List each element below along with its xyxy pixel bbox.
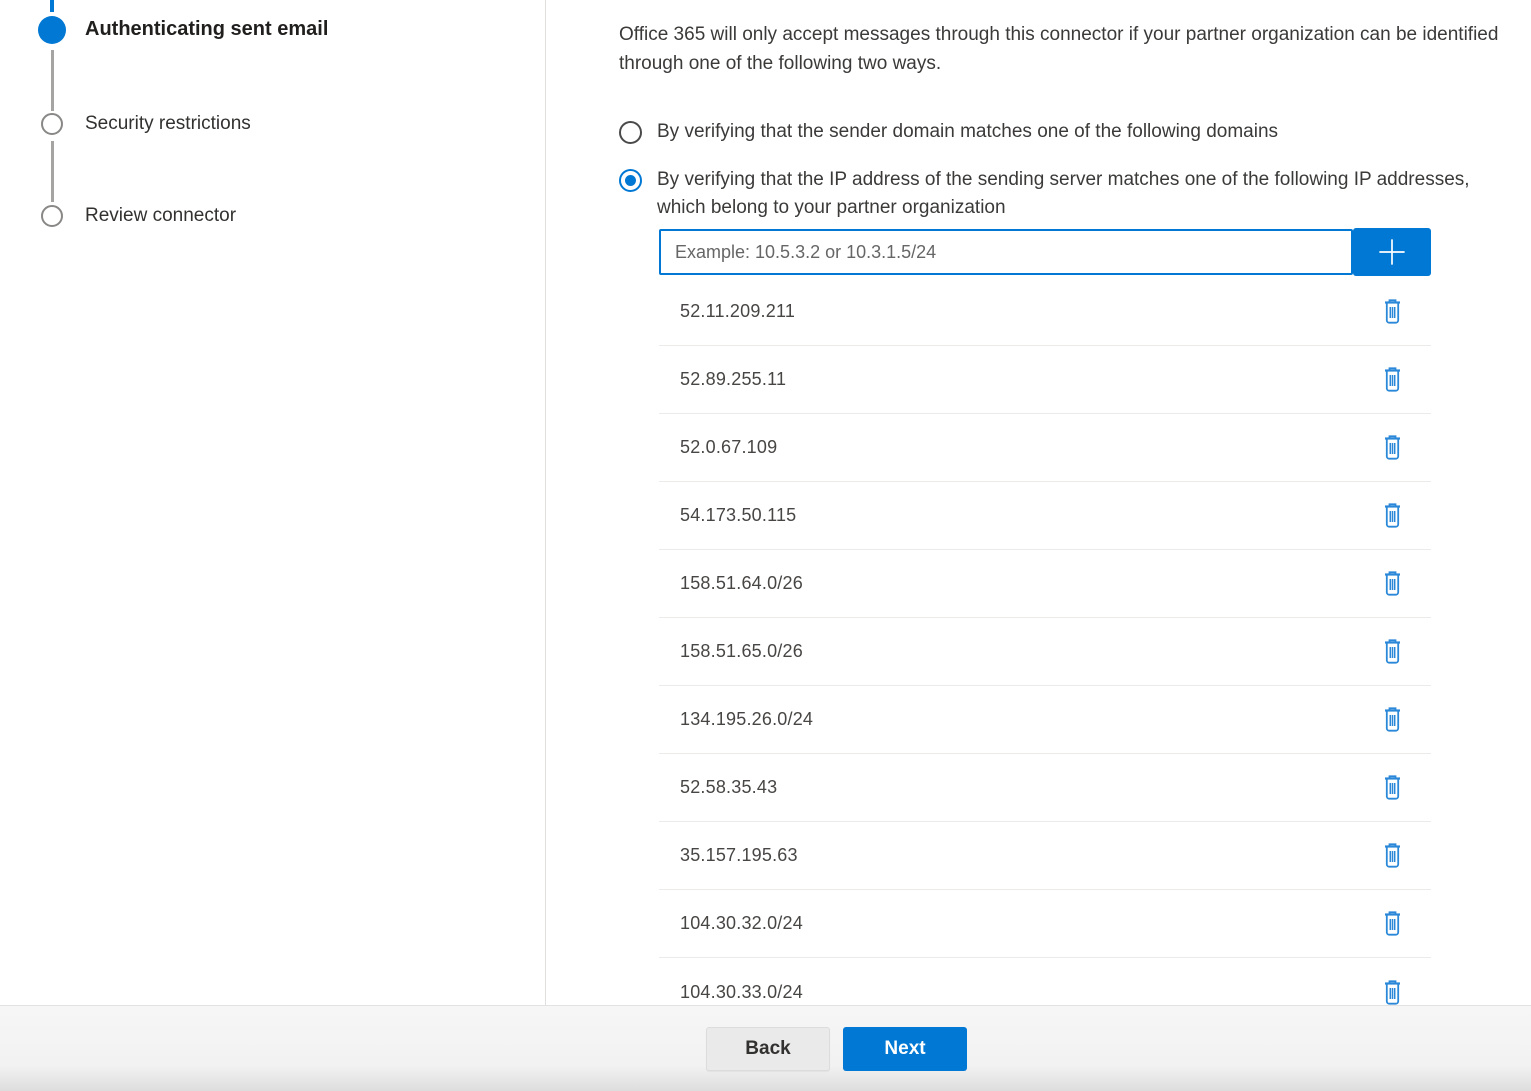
step-connector [51,50,54,111]
trash-icon [1382,775,1403,800]
delete-ip-button[interactable] [1380,978,1405,1006]
trash-icon [1382,571,1403,596]
ip-address-value: 52.89.255.11 [680,369,786,390]
ip-list-item: 158.51.65.0/26 [659,618,1431,686]
trash-icon [1382,911,1403,936]
ip-address-value: 158.51.65.0/26 [680,641,803,662]
delete-ip-button[interactable] [1380,569,1405,598]
ip-address-value: 52.58.35.43 [680,777,777,798]
ip-address-value: 52.0.67.109 [680,437,777,458]
ip-address-section: 52.11.209.211 52.89.255.11 52.0.67.109 5… [659,229,1431,1005]
trash-icon [1382,639,1403,664]
trash-icon [1382,299,1403,324]
ip-address-value: 158.51.64.0/26 [680,573,803,594]
radio-selected-icon[interactable] [619,169,642,192]
wizard-body: Authenticating sent email Security restr… [0,0,1531,1005]
delete-ip-button[interactable] [1380,773,1405,802]
ip-list-item: 52.58.35.43 [659,754,1431,822]
connector-wizard-page: Authenticating sent email Security restr… [0,0,1531,1091]
trash-icon [1382,707,1403,732]
step-label-security[interactable]: Security restrictions [85,113,251,135]
delete-ip-button[interactable] [1380,637,1405,666]
ip-list-item: 54.173.50.115 [659,482,1431,550]
wizard-footer: Back Next [0,1005,1531,1091]
ip-list-item: 52.89.255.11 [659,346,1431,414]
delete-ip-button[interactable] [1380,841,1405,870]
back-button[interactable]: Back [706,1027,830,1071]
step-dot-current[interactable] [38,16,66,44]
delete-ip-button[interactable] [1380,705,1405,734]
ip-input-row [659,229,1431,276]
step-connector-previous [50,0,54,12]
ip-list-item: 52.0.67.109 [659,414,1431,482]
delete-ip-button[interactable] [1380,433,1405,462]
ip-list-item: 52.11.209.211 [659,278,1431,346]
step-content: Office 365 will only accept messages thr… [546,0,1531,1005]
ip-list-item: 35.157.195.63 [659,822,1431,890]
ip-address-value: 104.30.32.0/24 [680,913,803,934]
next-button[interactable]: Next [843,1027,967,1071]
option-verify-domain[interactable]: By verifying that the sender domain matc… [619,118,1531,146]
delete-ip-button[interactable] [1380,297,1405,326]
step-connector [51,141,54,202]
trash-icon [1382,367,1403,392]
ip-list-item: 104.30.32.0/24 [659,890,1431,958]
plus-icon [1375,235,1409,269]
option-label: By verifying that the sender domain matc… [657,118,1278,146]
delete-ip-button[interactable] [1380,501,1405,530]
wizard-steps-panel: Authenticating sent email Security restr… [0,0,546,1005]
ip-address-value: 54.173.50.115 [680,505,796,526]
trash-icon [1382,843,1403,868]
delete-ip-button[interactable] [1380,365,1405,394]
ip-list-item: 134.195.26.0/24 [659,686,1431,754]
trash-icon [1382,980,1403,1005]
ip-address-value: 104.30.33.0/24 [680,982,803,1003]
ip-address-value: 134.195.26.0/24 [680,709,813,730]
trash-icon [1382,503,1403,528]
delete-ip-button[interactable] [1380,909,1405,938]
identification-options: By verifying that the sender domain matc… [619,118,1531,222]
step-label-authenticating[interactable]: Authenticating sent email [85,18,328,41]
add-ip-button[interactable] [1353,228,1431,276]
option-verify-ip[interactable]: By verifying that the IP address of the … [619,166,1531,222]
ip-address-value: 52.11.209.211 [680,301,795,322]
ip-list-item: 104.30.33.0/24 [659,958,1431,1005]
step-circle-security[interactable] [41,113,63,135]
ip-address-value: 35.157.195.63 [680,845,798,866]
ip-address-input[interactable] [659,229,1353,275]
trash-icon [1382,435,1403,460]
step-label-review[interactable]: Review connector [85,205,236,227]
ip-list-item: 158.51.64.0/26 [659,550,1431,618]
intro-text: Office 365 will only accept messages thr… [619,20,1524,78]
ip-address-list: 52.11.209.211 52.89.255.11 52.0.67.109 5… [659,278,1431,1005]
step-circle-review[interactable] [41,205,63,227]
radio-unselected-icon[interactable] [619,121,642,144]
option-label: By verifying that the IP address of the … [657,166,1472,222]
